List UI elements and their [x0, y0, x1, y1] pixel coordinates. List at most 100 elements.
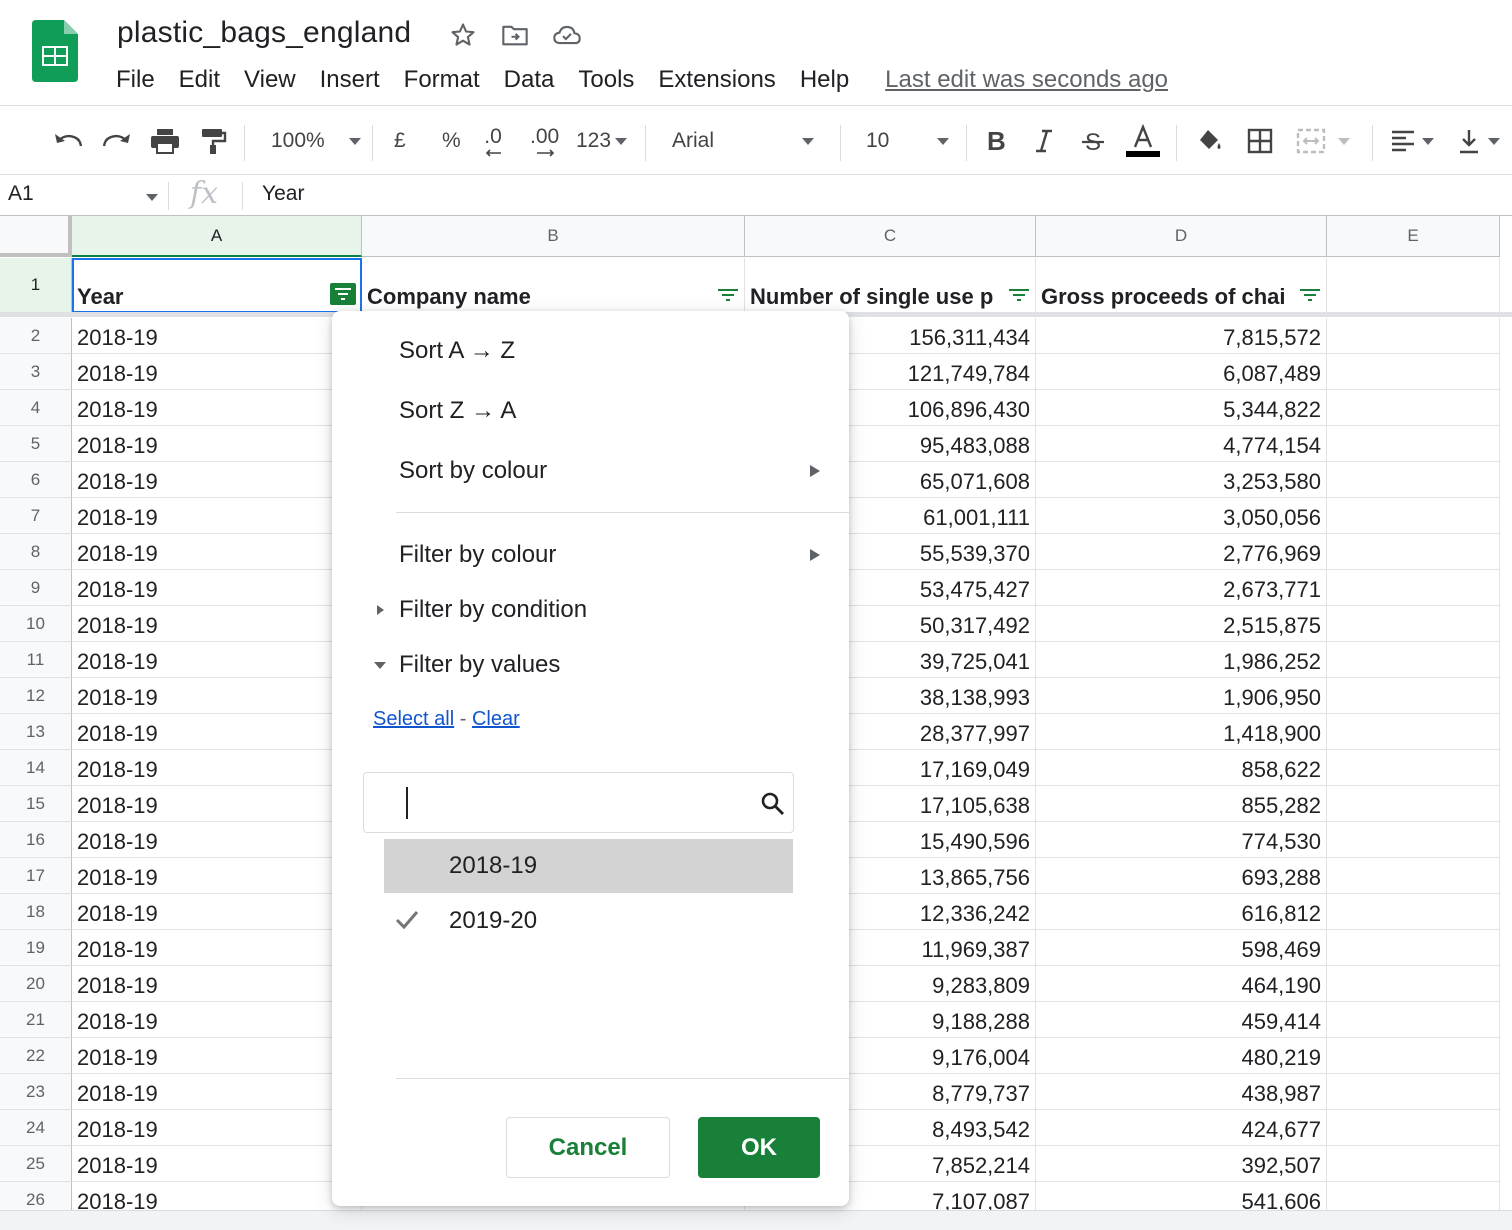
fill-color-icon[interactable] — [1194, 107, 1224, 175]
cell-year[interactable]: 2018-19 — [72, 750, 362, 786]
menu-file[interactable]: File — [104, 66, 167, 94]
column-header-b[interactable]: B — [362, 216, 745, 257]
cell-gross[interactable]: 616,812 — [1036, 894, 1327, 930]
bold-icon[interactable]: B — [984, 107, 1008, 175]
header-cell-number[interactable]: Number of single use p — [745, 258, 1036, 313]
cell-year[interactable]: 2018-19 — [72, 1002, 362, 1038]
cell-year[interactable]: 2018-19 — [72, 678, 362, 714]
cell-gross[interactable]: 2,515,875 — [1036, 606, 1327, 642]
filter-icon[interactable] — [715, 285, 741, 307]
menu-edit[interactable]: Edit — [167, 66, 232, 94]
sort-by-colour-option[interactable]: Sort by colour — [399, 457, 547, 485]
cell-year[interactable]: 2018-19 — [72, 1038, 362, 1074]
cell-gross[interactable]: 424,677 — [1036, 1110, 1327, 1146]
cell-e[interactable] — [1327, 930, 1500, 966]
merge-cells-icon[interactable] — [1296, 107, 1350, 175]
clear-link[interactable]: Clear — [472, 708, 520, 730]
row-header[interactable]: 24 — [0, 1110, 72, 1146]
header-cell-gross[interactable]: Gross proceeds of chai — [1036, 258, 1327, 313]
cell-year[interactable]: 2018-19 — [72, 1110, 362, 1146]
cell-year[interactable]: 2018-19 — [72, 858, 362, 894]
cell-e[interactable] — [1327, 822, 1500, 858]
value-option[interactable]: 2019-20 — [384, 894, 793, 948]
row-header[interactable]: 25 — [0, 1146, 72, 1182]
cell-e[interactable] — [1327, 498, 1500, 534]
cell-gross[interactable]: 3,050,056 — [1036, 498, 1327, 534]
document-title[interactable]: plastic_bags_england — [117, 16, 411, 50]
values-search-input[interactable] — [404, 785, 744, 821]
cell-year[interactable]: 2018-19 — [72, 390, 362, 426]
filter-by-condition-toggle[interactable]: Filter by condition — [399, 596, 587, 624]
row-header[interactable]: 11 — [0, 642, 72, 678]
cell-e[interactable] — [1327, 1038, 1500, 1074]
cell-gross[interactable]: 3,253,580 — [1036, 462, 1327, 498]
menu-help[interactable]: Help — [788, 66, 861, 94]
ok-button[interactable]: OK — [698, 1117, 820, 1178]
cell-gross[interactable]: 1,906,950 — [1036, 678, 1327, 714]
cell-e[interactable] — [1327, 714, 1500, 750]
text-color-icon[interactable] — [1125, 107, 1161, 175]
star-icon[interactable] — [446, 20, 480, 50]
cell-gross[interactable]: 459,414 — [1036, 1002, 1327, 1038]
cell-gross[interactable]: 2,776,969 — [1036, 534, 1327, 570]
row-header[interactable]: 6 — [0, 462, 72, 498]
strikethrough-icon[interactable]: S — [1080, 107, 1106, 175]
cell-year[interactable]: 2018-19 — [72, 354, 362, 390]
cell-year[interactable]: 2018-19 — [72, 786, 362, 822]
font-family-select[interactable]: Arial — [672, 107, 815, 175]
cell-e[interactable] — [1327, 750, 1500, 786]
cell-year[interactable]: 2018-19 — [72, 570, 362, 606]
cell-e[interactable] — [1327, 462, 1500, 498]
row-header[interactable]: 5 — [0, 426, 72, 462]
cell-gross[interactable]: 1,986,252 — [1036, 642, 1327, 678]
row-header[interactable]: 17 — [0, 858, 72, 894]
row-header[interactable]: 21 — [0, 1002, 72, 1038]
sheets-logo-icon[interactable] — [32, 20, 78, 82]
borders-icon[interactable] — [1246, 107, 1274, 175]
row-header[interactable]: 12 — [0, 678, 72, 714]
row-header[interactable]: 14 — [0, 750, 72, 786]
italic-icon[interactable] — [1032, 107, 1056, 175]
cell-gross[interactable]: 4,774,154 — [1036, 426, 1327, 462]
cell-year[interactable]: 2018-19 — [72, 318, 362, 354]
column-header-a[interactable]: A — [72, 216, 362, 257]
select-all-corner[interactable] — [0, 216, 72, 257]
print-icon[interactable] — [149, 107, 181, 175]
cell-year[interactable]: 2018-19 — [72, 714, 362, 750]
cell-e[interactable] — [1327, 318, 1500, 354]
row-header[interactable]: 4 — [0, 390, 72, 426]
row-header[interactable]: 13 — [0, 714, 72, 750]
menu-view[interactable]: View — [232, 66, 308, 94]
cell-e[interactable] — [1327, 1146, 1500, 1182]
filter-icon[interactable] — [1297, 285, 1323, 307]
cell-year[interactable]: 2018-19 — [72, 534, 362, 570]
cell-e[interactable] — [1327, 894, 1500, 930]
name-box[interactable]: A1 — [8, 182, 34, 206]
cell-e[interactable] — [1327, 426, 1500, 462]
cell-year[interactable]: 2018-19 — [72, 462, 362, 498]
cell-gross[interactable]: 392,507 — [1036, 1146, 1327, 1182]
row-header[interactable]: 8 — [0, 534, 72, 570]
font-size-select[interactable]: 10 — [866, 107, 950, 175]
cell-e[interactable] — [1327, 1074, 1500, 1110]
percent-format-button[interactable]: % — [442, 107, 461, 175]
undo-icon[interactable] — [52, 107, 84, 175]
cell-year[interactable]: 2018-19 — [72, 966, 362, 1002]
cell-year[interactable]: 2018-19 — [72, 930, 362, 966]
more-formats-button[interactable]: 123 — [576, 107, 628, 175]
cell-e[interactable] — [1327, 678, 1500, 714]
header-cell-e[interactable] — [1327, 258, 1500, 313]
row-header[interactable]: 10 — [0, 606, 72, 642]
cell-e[interactable] — [1327, 390, 1500, 426]
cell-e[interactable] — [1327, 606, 1500, 642]
decrease-decimals-button[interactable]: .0 — [484, 107, 502, 175]
row-header[interactable]: 20 — [0, 966, 72, 1002]
cell-year[interactable]: 2018-19 — [72, 642, 362, 678]
last-edit-link[interactable]: Last edit was seconds ago — [885, 66, 1168, 94]
cell-year[interactable]: 2018-19 — [72, 1146, 362, 1182]
cell-e[interactable] — [1327, 534, 1500, 570]
horizontal-scrollbar[interactable] — [0, 1210, 1512, 1230]
cell-gross[interactable]: 480,219 — [1036, 1038, 1327, 1074]
menu-format[interactable]: Format — [392, 66, 492, 94]
header-cell-company[interactable]: Company name — [362, 258, 745, 313]
